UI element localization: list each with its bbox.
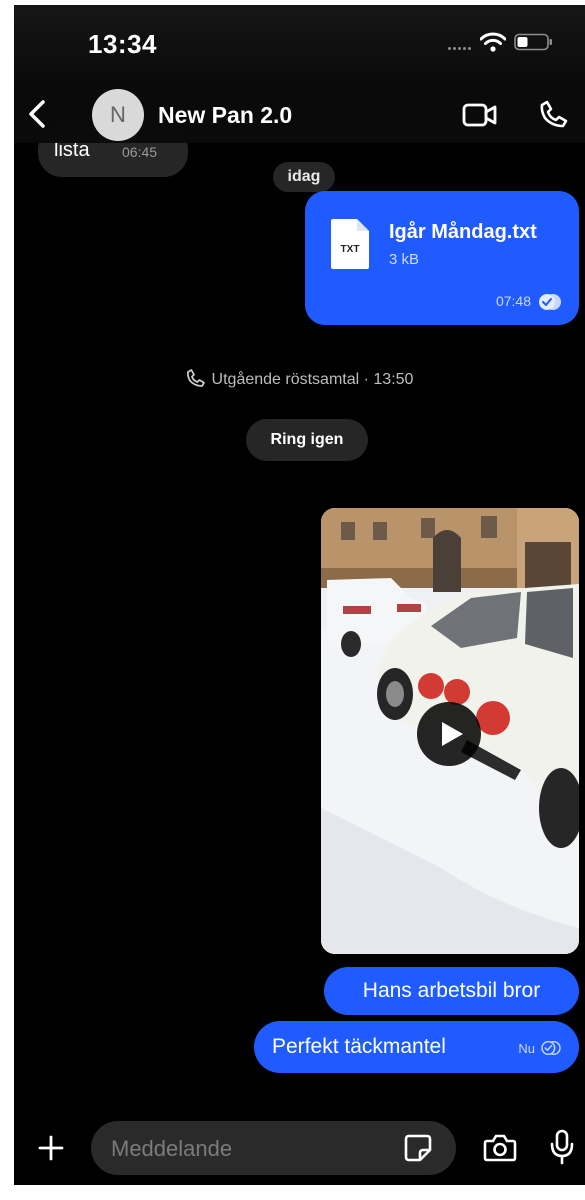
read-receipt-icon bbox=[541, 1040, 561, 1056]
avatar[interactable]: N bbox=[92, 89, 144, 141]
message-bubble[interactable]: Perfekt täckmantel Nu bbox=[254, 1021, 579, 1073]
video-call-icon[interactable] bbox=[462, 102, 498, 128]
call-again-button[interactable]: Ring igen bbox=[246, 419, 368, 461]
file-message-bubble[interactable]: TXT Igår Måndag.txt 3 kB 07:48 bbox=[305, 191, 579, 325]
read-receipt-icon bbox=[539, 294, 561, 310]
txt-file-icon: TXT bbox=[331, 219, 369, 269]
chat-screen: 13:34 lista 06:45 N New Pan 2.0 idag TXT… bbox=[14, 5, 585, 1185]
mic-icon[interactable] bbox=[550, 1129, 574, 1165]
play-button[interactable] bbox=[417, 702, 481, 766]
phone-icon bbox=[186, 369, 205, 388]
message-bubble[interactable]: Hans arbetsbil bror bbox=[324, 967, 579, 1015]
play-icon bbox=[442, 722, 463, 746]
message-input-placeholder: Meddelande bbox=[111, 1136, 233, 1161]
contact-name[interactable]: New Pan 2.0 bbox=[158, 102, 292, 129]
message-time: Nu bbox=[518, 1041, 535, 1056]
message-text: Perfekt täckmantel bbox=[272, 1035, 446, 1058]
previous-message-time: 06:45 bbox=[122, 144, 158, 160]
chat-header: N New Pan 2.0 bbox=[14, 85, 585, 143]
status-time: 13:34 bbox=[88, 29, 157, 59]
message-input[interactable]: Meddelande bbox=[91, 1121, 456, 1175]
svg-text:TXT: TXT bbox=[341, 244, 360, 255]
voice-call-icon[interactable] bbox=[539, 99, 569, 129]
call-log: Utgående röstsamtal · 13:50 bbox=[14, 369, 585, 389]
file-message-time: 07:48 bbox=[495, 293, 531, 309]
video-message[interactable] bbox=[321, 508, 579, 954]
date-separator: idag bbox=[273, 162, 335, 192]
message-composer: Meddelande bbox=[14, 1113, 585, 1185]
back-icon[interactable] bbox=[26, 99, 48, 129]
file-size: 3 kB bbox=[389, 251, 420, 268]
camera-icon[interactable] bbox=[483, 1133, 517, 1163]
plus-icon[interactable] bbox=[38, 1135, 64, 1161]
call-log-text: Utgående röstsamtal · 13:50 bbox=[211, 371, 414, 388]
battery-icon bbox=[514, 33, 552, 51]
signal-dots-icon bbox=[448, 47, 478, 51]
file-name: Igår Måndag.txt bbox=[389, 221, 537, 243]
status-bar: 13:34 bbox=[14, 5, 585, 85]
sticker-icon[interactable] bbox=[403, 1133, 433, 1163]
message-text: Hans arbetsbil bror bbox=[362, 979, 541, 1002]
wifi-icon bbox=[480, 32, 506, 52]
